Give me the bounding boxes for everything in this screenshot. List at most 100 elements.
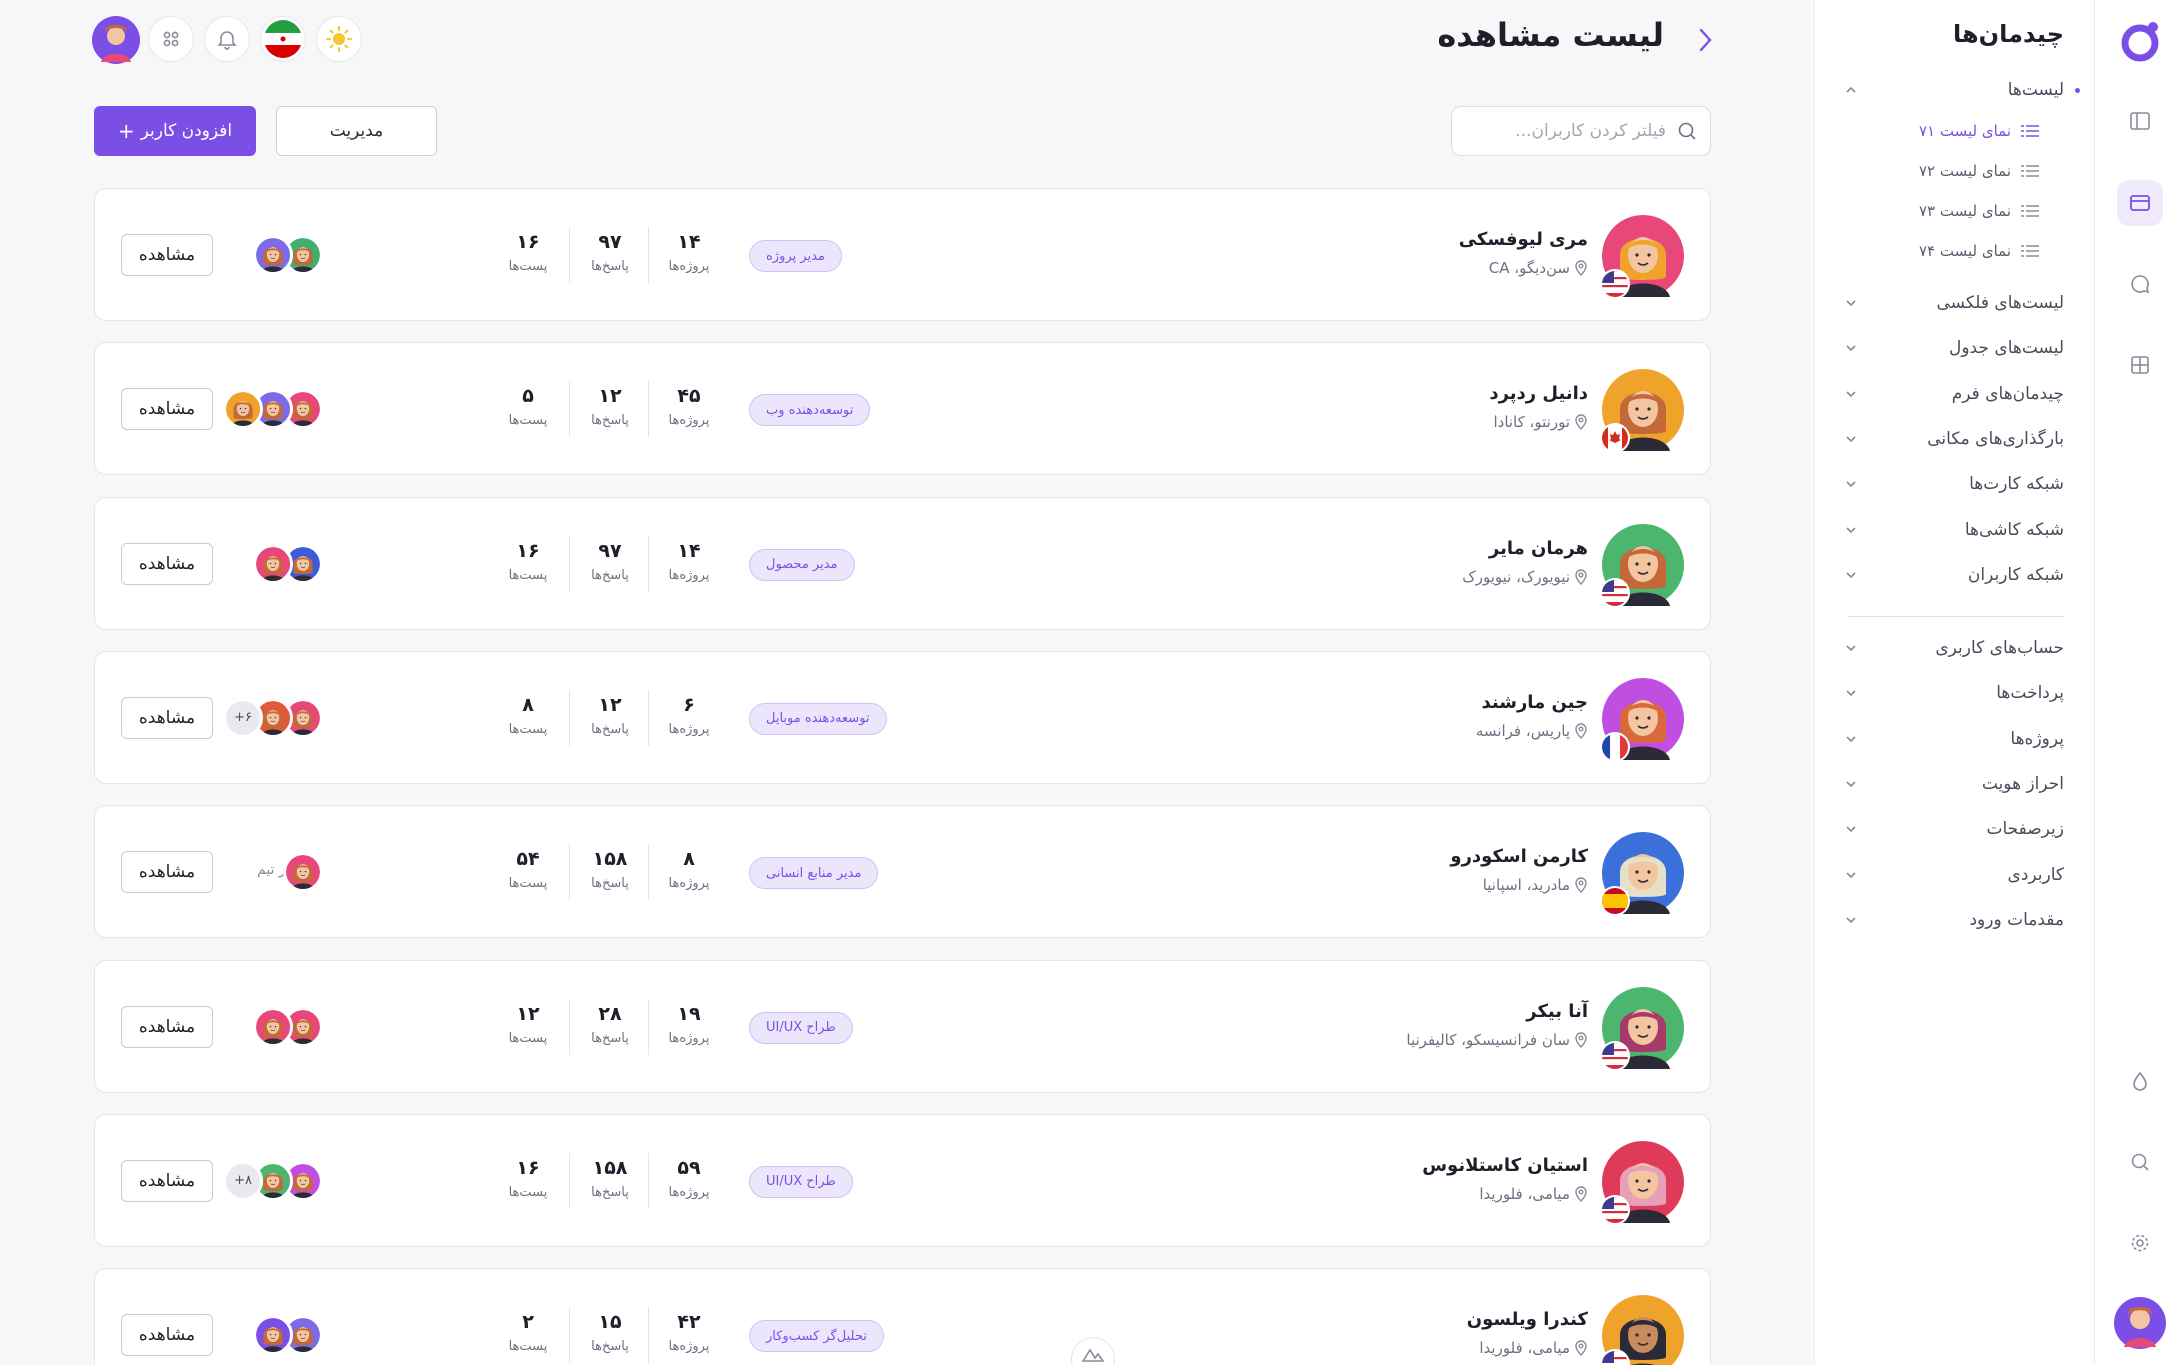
nav-group-item[interactable]: مقدمات ورود [1844, 902, 2064, 938]
grid-icon[interactable] [2117, 342, 2163, 388]
nav-group-label: پرداخت‌ها [1996, 683, 2064, 704]
stat-replies: ۱۵۸ پاسخ‌ها [575, 848, 645, 891]
nav-group-lists[interactable]: لیست‌ها [1844, 72, 2080, 108]
add-user-button[interactable]: افزودن کاربر + [94, 106, 256, 156]
nav-group-item[interactable]: احراز هویت [1844, 766, 2064, 802]
nav-group-item[interactable]: حساب‌های کاربری [1844, 630, 2064, 666]
chevron-down-icon [1846, 645, 1856, 652]
user-avatar[interactable] [1600, 369, 1684, 454]
list-icon [2021, 245, 2039, 257]
user-name[interactable]: جین مارشند [1482, 692, 1589, 713]
flag-us-icon [1600, 1194, 1630, 1225]
nav-group-label: شبکه کارت‌ها [1969, 474, 2064, 495]
team-member-avatar[interactable] [253, 235, 293, 275]
manage-button[interactable]: مدیریت [276, 106, 437, 156]
search-input[interactable] [1476, 121, 1666, 141]
nav-group-item[interactable]: کاربردی [1844, 857, 2064, 893]
role-badge: مدیر پروژه [749, 240, 842, 272]
icon-rail [2094, 0, 2184, 1365]
stat-posts: ۱۲ پست‌ها [493, 1003, 563, 1046]
main-content: لیست مشاهده مدیریت افزودن کاربر + [0, 0, 1804, 1365]
drop-icon[interactable] [2117, 1058, 2163, 1104]
gear-icon[interactable] [2117, 1220, 2163, 1266]
chat-icon[interactable] [2117, 261, 2163, 307]
view-button[interactable]: مشاهده [121, 851, 213, 894]
view-button[interactable]: مشاهده [121, 1314, 213, 1357]
user-name[interactable]: دانیل ردپرد [1489, 383, 1588, 404]
stat-replies: ۱۲ پاسخ‌ها [575, 385, 645, 428]
team-more-badge[interactable]: +۸ [223, 1160, 263, 1201]
search-icon[interactable] [2117, 1139, 2163, 1185]
nav-group-label: بارگذاری‌های مکانی [1927, 428, 2064, 449]
nav-group-item[interactable]: چیدمان‌های فرم [1844, 376, 2064, 412]
view-button[interactable]: مشاهده [121, 542, 213, 585]
search-icon [1678, 122, 1696, 140]
team-member-avatar[interactable] [283, 852, 323, 893]
nav-subitem-list-72[interactable]: نمای لیست ۷۲ [1899, 156, 2039, 186]
stat-value: ۴۲ [677, 1311, 701, 1334]
sidebar-panel-icon[interactable] [2117, 98, 2163, 144]
apps-button[interactable] [148, 16, 194, 62]
stat-divider [648, 381, 649, 438]
team-member-avatar[interactable] [253, 1006, 293, 1047]
role-badge: طراح UI/UX [749, 1165, 853, 1198]
user-card: دانیل ردپرد تورنتو، کانادا توسعه‌دهنده و… [94, 342, 1711, 476]
nav-group-label: پروژه‌ها [2010, 728, 2064, 749]
user-avatar[interactable] [1600, 1295, 1684, 1365]
nav-group-item[interactable]: شبکه کاشی‌ها [1844, 512, 2064, 548]
notifications-button[interactable] [204, 16, 250, 62]
user-card: کارمن اسکودرو مادرید، اسپانیا مدیر منابع… [94, 805, 1711, 939]
nav-group-item[interactable]: بارگذاری‌های مکانی [1844, 421, 2064, 457]
stat-posts: ۱۶ پست‌ها [493, 540, 563, 583]
team-member-avatar[interactable] [253, 1315, 293, 1356]
nav-group-label: لیست‌های جدول [1948, 338, 2064, 359]
user-name[interactable]: کارمن اسکودرو [1450, 846, 1588, 867]
language-button[interactable] [260, 16, 306, 62]
user-avatar[interactable] [1600, 986, 1684, 1071]
team-member-avatar[interactable] [223, 389, 263, 430]
stat-caption: پاسخ‌ها [591, 721, 629, 737]
user-avatar[interactable] [1600, 677, 1684, 762]
user-location: مادرید، اسپانیا [1483, 876, 1588, 894]
user-card: کندرا ویلسون میامی، فلوریدا تحلیل‌گر کسب… [94, 1268, 1711, 1365]
nav-group-item[interactable]: لیست‌های فلکسی [1844, 285, 2064, 321]
layouts-icon[interactable] [2117, 180, 2163, 226]
nav-group-item[interactable]: شبکه کارت‌ها [1844, 466, 2064, 502]
view-button[interactable]: مشاهده [121, 1005, 213, 1048]
location-pin-icon [1575, 568, 1587, 585]
user-avatar[interactable] [92, 16, 140, 64]
user-avatar[interactable] [1600, 215, 1684, 299]
nav-group-item[interactable]: پرداخت‌ها [1844, 675, 2064, 711]
list-icon [2021, 125, 2039, 137]
user-name[interactable]: هرمان مایر [1489, 538, 1588, 559]
nav-group-item[interactable]: شبکه کاربران [1844, 557, 2064, 593]
team-more-badge[interactable]: +۶ [223, 697, 263, 738]
view-button[interactable]: مشاهده [121, 1159, 213, 1202]
nav-subitem-list-73[interactable]: نمای لیست ۷۳ [1899, 196, 2039, 226]
stat-divider [569, 227, 570, 283]
nav-group-item[interactable]: پروژه‌ها [1844, 721, 2064, 757]
nav-group-item[interactable]: لیست‌های جدول [1844, 330, 2064, 366]
user-name[interactable]: استیان کاستلانوس [1422, 1155, 1588, 1176]
avatar[interactable] [2114, 1297, 2166, 1349]
user-avatar[interactable] [1600, 1140, 1684, 1225]
chevron-down-icon [1846, 436, 1856, 443]
view-button[interactable]: مشاهده [121, 696, 213, 739]
view-button[interactable]: مشاهده [121, 234, 213, 276]
nav-group-label: احراز هویت [1981, 773, 2064, 794]
role-badge: مدیر منابع انسانی [749, 857, 879, 890]
nav-group-item[interactable]: زیرصفحات [1844, 811, 2064, 847]
stat-caption: پست‌ها [508, 721, 548, 737]
back-button[interactable] [1690, 22, 1720, 58]
theme-toggle-button[interactable] [316, 16, 362, 62]
app-logo-icon[interactable] [2117, 18, 2163, 64]
user-avatar[interactable] [1600, 523, 1684, 608]
user-avatar[interactable] [1600, 832, 1684, 917]
user-name[interactable]: آنا بیکر [1526, 1001, 1588, 1022]
user-name[interactable]: مری لیوفسکی [1459, 229, 1588, 250]
user-name[interactable]: کندرا ویلسون [1467, 1309, 1588, 1330]
team-member-avatar[interactable] [253, 543, 293, 584]
view-button[interactable]: مشاهده [121, 388, 213, 431]
nav-subitem-list-74[interactable]: نمای لیست ۷۴ [1899, 236, 2039, 266]
nav-subitem-list-71[interactable]: نمای لیست ۷۱ [1899, 116, 2039, 146]
